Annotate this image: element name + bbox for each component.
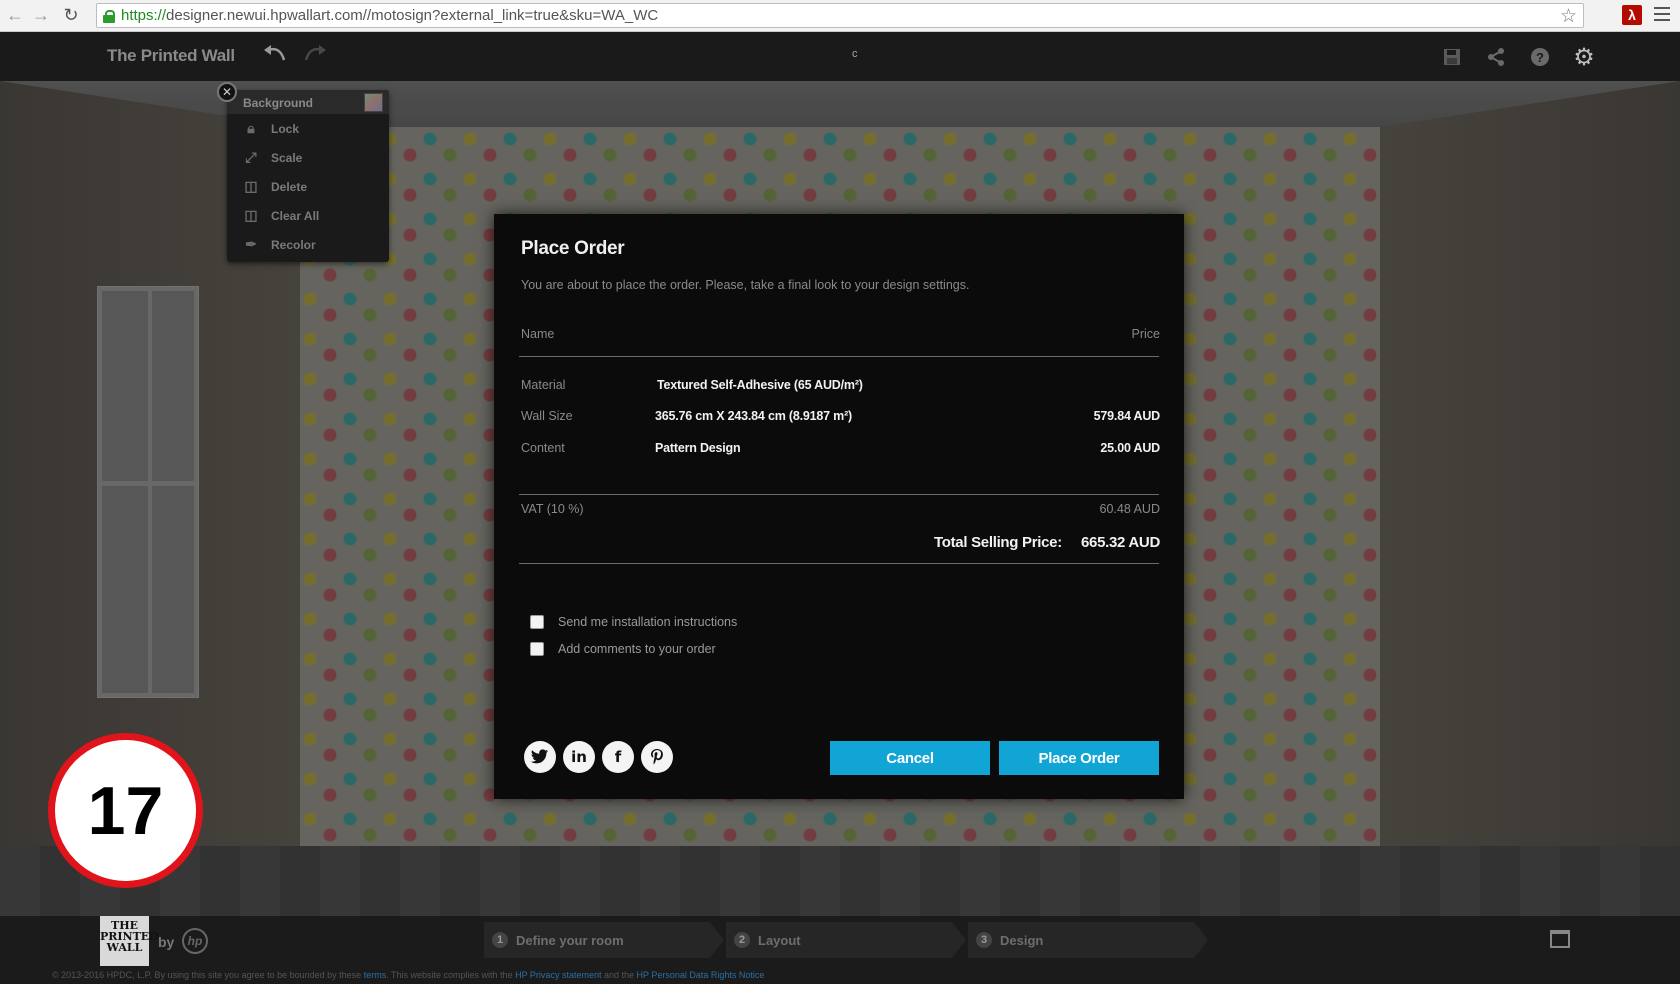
step-number-badge: 17 bbox=[48, 733, 203, 888]
save-icon[interactable] bbox=[1440, 45, 1464, 69]
place-order-button[interactable]: Place Order bbox=[999, 741, 1159, 775]
dialog-subtitle: You are about to place the order. Please… bbox=[521, 278, 970, 292]
twitter-icon[interactable] bbox=[524, 741, 556, 773]
wall-size-value: 365.76 cm X 243.84 cm (8.9187 m²) bbox=[655, 409, 853, 423]
footer-text: . This website complies with the bbox=[386, 970, 513, 980]
step-define-room[interactable]: 1 Define your room bbox=[484, 922, 724, 958]
install-instructions-option[interactable]: Send me installation instructions bbox=[530, 615, 737, 629]
wall-size-price: 579.84 AUD bbox=[1093, 409, 1161, 423]
menu-item-label: Delete bbox=[271, 179, 308, 194]
reload-icon[interactable]: ↻ bbox=[60, 5, 82, 27]
total-price: 665.32 AUD bbox=[1081, 534, 1160, 551]
browser-menu-icon[interactable] bbox=[1654, 6, 1670, 22]
menu-item-recolor[interactable]: ✒ Recolor bbox=[227, 230, 389, 259]
pinterest-icon[interactable] bbox=[641, 741, 673, 773]
legal-footer: © 2013-2016 HPDC, L.P. By using this sit… bbox=[0, 968, 1680, 984]
menu-item-label: Scale bbox=[271, 150, 303, 165]
menu-item-label: Lock bbox=[271, 121, 300, 136]
linkedin-icon[interactable]: in bbox=[563, 741, 595, 773]
divider bbox=[519, 563, 1159, 564]
dialog-title: Place Order bbox=[521, 238, 625, 259]
material-label: Material bbox=[521, 378, 566, 392]
trash-icon: ◫ bbox=[244, 178, 258, 194]
bottom-navigation: THE PRINTED WALL by hp 1 Define your room … bbox=[0, 916, 1680, 968]
material-value: Textured Self-Adhesive (65 AUD/m²) bbox=[657, 378, 863, 392]
close-icon[interactable]: ✕ bbox=[217, 82, 237, 102]
menu-item-clear-all[interactable]: ◫ Clear All bbox=[227, 201, 389, 230]
divider bbox=[519, 494, 1159, 495]
step-label: Design bbox=[1000, 932, 1044, 948]
add-comments-checkbox[interactable] bbox=[530, 642, 544, 656]
gear-icon[interactable]: ⚙ bbox=[1572, 44, 1596, 71]
footer-copyright: © 2013-2016 HPDC, L.P. By using this sit… bbox=[52, 970, 362, 980]
facebook-icon[interactable]: f bbox=[602, 741, 634, 773]
menu-item-lock[interactable]: 🔒︎ Lock bbox=[227, 114, 389, 143]
add-comments-label: Add comments to your order bbox=[558, 642, 716, 656]
content-price: 25.00 AUD bbox=[1100, 441, 1160, 455]
menu-item-label: Clear All bbox=[271, 208, 320, 223]
context-menu-title: Background bbox=[243, 96, 314, 110]
fullscreen-icon[interactable] bbox=[1550, 930, 1570, 948]
secure-lock-icon bbox=[103, 9, 115, 23]
background-context-menu: Background 🔒︎ Lock ⤢ Scale ◫ Delete ◫ Cl… bbox=[227, 90, 389, 262]
by-text: by bbox=[158, 934, 175, 950]
back-arrow-icon[interactable]: ← bbox=[4, 5, 26, 27]
scale-icon: ⤢ bbox=[245, 149, 257, 165]
pdf-extension-icon[interactable]: λ bbox=[1622, 5, 1642, 25]
center-marker: c bbox=[852, 48, 858, 60]
wall-size-label: Wall Size bbox=[521, 409, 573, 423]
redo-icon[interactable] bbox=[302, 44, 328, 66]
forward-arrow-icon[interactable]: → bbox=[30, 5, 52, 27]
context-menu-header: Background bbox=[227, 90, 389, 114]
share-icon[interactable] bbox=[1484, 45, 1508, 69]
menu-item-label: Recolor bbox=[271, 237, 316, 252]
cancel-button[interactable]: Cancel bbox=[830, 741, 990, 775]
step-number: 1 bbox=[492, 932, 508, 948]
footer-text: and the bbox=[603, 970, 635, 980]
column-header-price: Price bbox=[1131, 327, 1160, 341]
step-label: Define your room bbox=[516, 932, 624, 948]
divider bbox=[519, 356, 1159, 357]
place-order-dialog: Place Order You are about to place the o… bbox=[494, 214, 1184, 799]
total-label: Total Selling Price: bbox=[934, 534, 1062, 551]
hp-logo: hp bbox=[182, 928, 208, 954]
install-instructions-label: Send me installation instructions bbox=[558, 615, 738, 629]
menu-item-scale[interactable]: ⤢ Scale bbox=[227, 143, 389, 172]
app-title: The Printed Wall bbox=[107, 46, 235, 65]
browser-toolbar: ← → ↻ https://designer.newui.hpwallart.c… bbox=[0, 0, 1680, 32]
privacy-link[interactable]: HP Privacy statement bbox=[515, 970, 601, 980]
help-icon[interactable]: ? bbox=[1528, 45, 1552, 69]
step-label: Layout bbox=[758, 932, 801, 948]
step-number: 3 bbox=[976, 932, 992, 948]
undo-icon[interactable] bbox=[262, 44, 288, 66]
menu-item-delete[interactable]: ◫ Delete bbox=[227, 172, 389, 201]
lock-icon: 🔒︎ bbox=[247, 120, 255, 136]
vat-label: VAT (10 %) bbox=[521, 502, 584, 516]
terms-link[interactable]: terms bbox=[364, 970, 387, 980]
bookmark-star-icon[interactable]: ☆ bbox=[1560, 5, 1577, 28]
add-comments-option[interactable]: Add comments to your order bbox=[530, 642, 716, 656]
install-instructions-checkbox[interactable] bbox=[530, 615, 544, 629]
vat-price: 60.48 AUD bbox=[1099, 502, 1160, 516]
svg-text:?: ? bbox=[1536, 50, 1544, 65]
content-label: Content bbox=[521, 441, 565, 455]
column-header-name: Name bbox=[521, 327, 555, 341]
step-design[interactable]: 3 Design bbox=[968, 922, 1208, 958]
data-rights-link[interactable]: HP Personal Data Rights Notice bbox=[637, 970, 765, 980]
url-scheme: https:// bbox=[121, 7, 167, 24]
background-color-swatch[interactable] bbox=[364, 93, 383, 112]
step-number: 2 bbox=[734, 932, 750, 948]
address-bar[interactable]: https://designer.newui.hpwallart.com//mo… bbox=[96, 3, 1584, 28]
step-layout[interactable]: 2 Layout bbox=[726, 922, 966, 958]
brush-icon: ✒ bbox=[245, 236, 257, 252]
content-value: Pattern Design bbox=[655, 441, 741, 455]
printed-wall-logo: THE PRINTED WALL bbox=[100, 916, 159, 966]
app-header: The Printed Wall c ? ⚙ bbox=[0, 32, 1680, 81]
trash-icon: ◫ bbox=[244, 207, 258, 223]
url-text: designer.newui.hpwallart.com//motosign?e… bbox=[166, 7, 659, 24]
